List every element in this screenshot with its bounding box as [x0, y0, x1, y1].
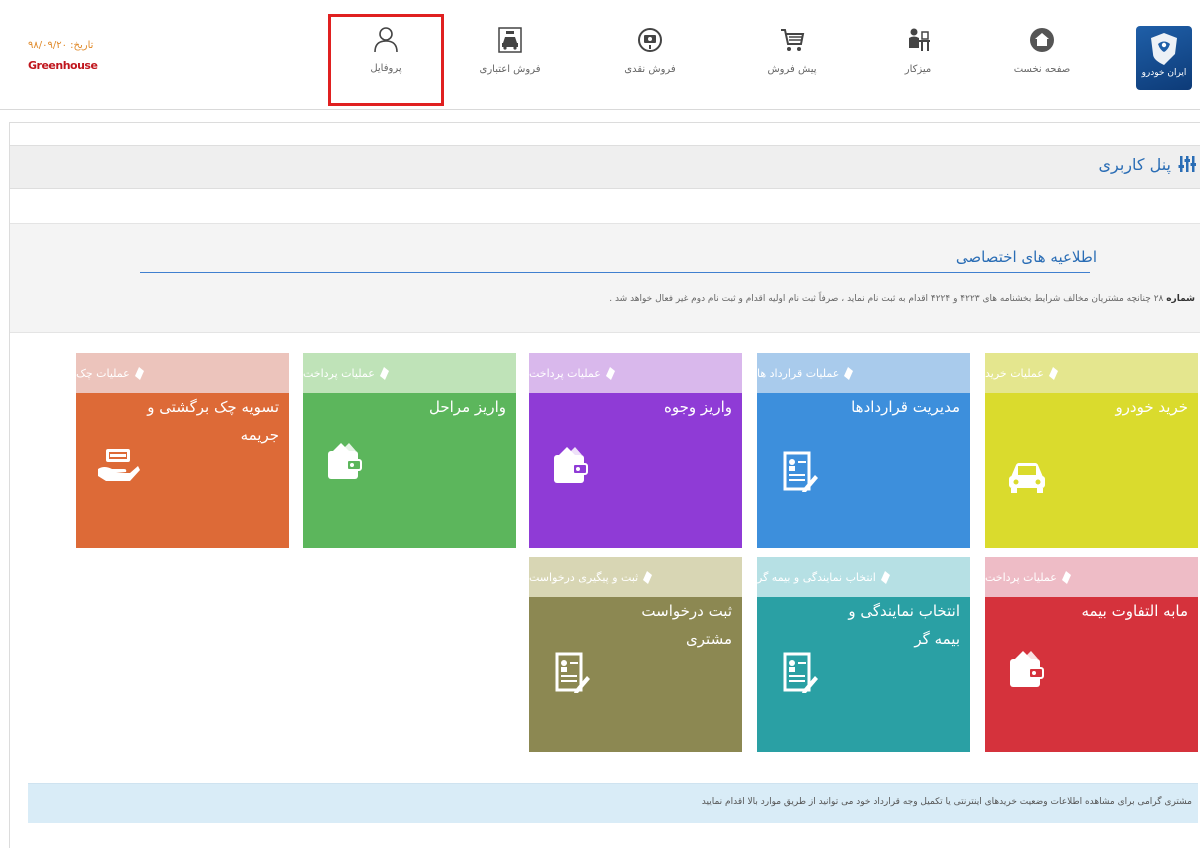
tile-buy-car[interactable]: عملیات خرید خرید خودرو: [985, 353, 1198, 548]
tile-deposit-stages[interactable]: عملیات پرداخت واریز مراحل: [303, 353, 516, 548]
current-date: تاریخ: ۹۸/۰۹/۲۰: [28, 40, 94, 51]
tile-header-label: عملیات خرید: [985, 366, 1044, 380]
nav-desk[interactable]: میزکار: [860, 16, 976, 102]
tile-label: مابه التفاوت بیمه: [1081, 602, 1188, 620]
tile-bounced-check[interactable]: عملیات چک تسویه چک برگشتی و جریمه: [76, 353, 289, 548]
tile-header-label: عملیات پرداخت: [985, 570, 1057, 584]
top-navigation-bar: ایران خودرو صفحه نخست میزکار پیش فروش فر…: [0, 0, 1200, 110]
notice-number: ۲۸: [1153, 294, 1164, 304]
tile-header: عملیات خرید: [985, 353, 1198, 393]
wallet-icon: [328, 443, 362, 479]
tile-customer-request[interactable]: ثبت و پیگیری درخواست ثبت درخواست مشتری: [529, 557, 742, 752]
money-icon: [638, 28, 662, 52]
info-footer: مشتری گرامی برای مشاهده اطلاعات وضعیت خر…: [28, 783, 1198, 823]
tile-header: ثبت و پیگیری درخواست: [529, 557, 742, 597]
notice-title: اطلاعیه های اختصاصی: [955, 248, 1097, 266]
car-icon: [1009, 463, 1045, 493]
tile-label: واریز وجوه: [664, 398, 732, 416]
nav-home-label: صفحه نخست: [1013, 64, 1071, 75]
tile-header: عملیات پرداخت: [303, 353, 516, 393]
tag-icon: [379, 366, 389, 380]
tile-label: ثبت درخواست مشتری: [641, 602, 732, 648]
panel-header: پنل کاربری: [10, 145, 1200, 189]
tile-label: واریز مراحل: [429, 398, 506, 416]
car-sale-icon: [498, 27, 522, 53]
tile-label: خرید خودرو: [1115, 398, 1188, 416]
user-icon: [374, 27, 398, 53]
notice-text: چنانچه مشتریان مخالف شرایط بخشنامه های ۴…: [609, 294, 1151, 304]
tile-insurance-difference[interactable]: عملیات پرداخت مابه التفاوت بیمه: [985, 557, 1198, 752]
tile-header: انتخاب نمایندگی و بیمه گر: [757, 557, 970, 597]
document-edit-icon: [783, 652, 818, 693]
desk-user-icon: [909, 28, 930, 51]
wallet-icon: [554, 447, 588, 483]
nav-presale[interactable]: پیش فروش: [734, 16, 850, 102]
tile-label: تسویه چک برگشتی و جریمه: [147, 398, 279, 444]
wallet-icon: [1010, 651, 1044, 687]
nav-presale-label: پیش فروش: [767, 64, 817, 75]
tile-header-label: ثبت و پیگیری درخواست: [529, 570, 639, 584]
user-name[interactable]: Greenhouse: [28, 59, 128, 72]
panel-title: پنل کاربری: [1098, 154, 1197, 174]
tile-header: عملیات پرداخت: [985, 557, 1198, 597]
tag-icon: [844, 366, 854, 380]
hand-cash-icon: [98, 449, 140, 481]
nav-home[interactable]: صفحه نخست: [984, 16, 1100, 102]
panel-title-text: پنل کاربری: [1098, 154, 1171, 174]
tile-header: عملیات چک: [76, 353, 289, 393]
nav-profile[interactable]: پروفایل: [328, 14, 444, 106]
tile-header: عملیات قرارداد ها: [757, 353, 970, 393]
nav-credit-sale-label: فروش اعتباری: [479, 64, 541, 75]
lion-emblem-icon: [1151, 33, 1177, 65]
cart-icon: [781, 29, 805, 51]
user-info: تاریخ: ۹۸/۰۹/۲۰ Greenhouse: [28, 40, 128, 72]
document-edit-icon: [783, 451, 818, 492]
tag-icon: [643, 570, 653, 584]
logo-text: ایران خودرو: [1141, 68, 1187, 78]
footer-text: مشتری گرامی برای مشاهده اطلاعات وضعیت خر…: [701, 797, 1192, 807]
tag-icon: [1048, 366, 1058, 380]
nav-credit-sale[interactable]: فروش اعتباری: [452, 16, 568, 102]
tile-label: انتخاب نمایندگی و بیمه گر: [848, 602, 960, 648]
document-edit-icon: [555, 652, 590, 693]
nav-cash-sale-label: فروش نقدی: [624, 64, 676, 75]
tag-icon: [880, 570, 890, 584]
brand-logo[interactable]: ایران خودرو: [1136, 26, 1192, 90]
notice-item: شماره ۲۸ چنانچه مشتریان مخالف شرایط بخشن…: [609, 294, 1195, 304]
tile-label: مدیریت قراردادها: [851, 398, 960, 416]
nav-profile-label: پروفایل: [370, 63, 402, 74]
notice-divider: [140, 272, 1090, 273]
tile-header-label: عملیات پرداخت: [303, 366, 375, 380]
nav-cash-sale[interactable]: فروش نقدی: [592, 16, 708, 102]
tile-header-label: انتخاب نمایندگی و بیمه گر: [757, 570, 876, 584]
sliders-icon: [1178, 156, 1196, 172]
tile-header-label: عملیات چک: [76, 366, 130, 380]
notice-number-label: شماره: [1166, 294, 1195, 304]
tile-header: عملیات پرداخت: [529, 353, 742, 393]
tile-contract-management[interactable]: عملیات قرارداد ها مدیریت قراردادها: [757, 353, 970, 548]
home-icon: [1030, 28, 1054, 52]
tile-header-label: عملیات پرداخت: [529, 366, 601, 380]
tile-select-agency-insurer[interactable]: انتخاب نمایندگی و بیمه گر انتخاب نمایندگ…: [757, 557, 970, 752]
private-notices: اطلاعیه های اختصاصی شماره ۲۸ چنانچه مشتر…: [10, 223, 1200, 333]
tag-icon: [605, 366, 615, 380]
tag-icon: [134, 366, 144, 380]
tile-header-label: عملیات قرارداد ها: [757, 366, 840, 380]
nav-desk-label: میزکار: [904, 64, 932, 75]
tile-deposit-funds[interactable]: عملیات پرداخت واریز وجوه: [529, 353, 742, 548]
tag-icon: [1061, 570, 1071, 584]
